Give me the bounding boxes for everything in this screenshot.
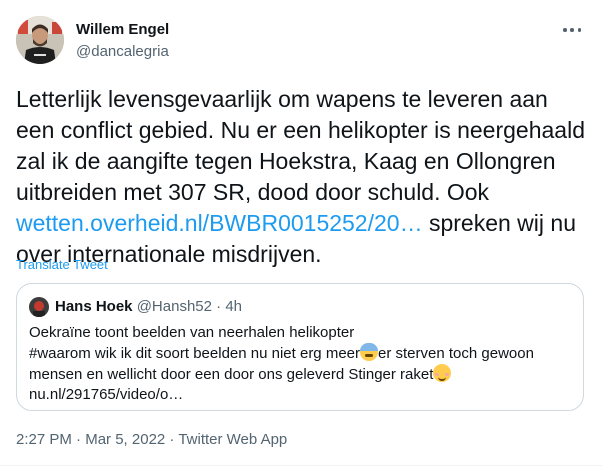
quoted-link[interactable]: nu.nl/291765/video/o… <box>29 385 573 405</box>
quoted-line: #waarom wik ik dit soort beelden nu niet… <box>29 343 573 364</box>
quoted-time: · 4h <box>216 298 243 315</box>
meta-separator: · <box>71 431 86 448</box>
smiling-face-icon <box>433 364 452 382</box>
tweet-meta: 2:27 PM · Mar 5, 2022 · Twitter Web App <box>16 431 287 448</box>
anxious-face-with-sweat-icon <box>360 343 378 361</box>
author-handle[interactable]: @dancalegria <box>76 43 169 60</box>
quoted-text-part: mensen en wellicht door een door ons gel… <box>29 366 434 383</box>
quoted-author: Hans Hoek @Hansh52 · 4h <box>55 298 242 315</box>
quoted-text: Oekraïne toont beelden van neerhalen hel… <box>29 323 573 405</box>
tweet-time[interactable]: 2:27 PM <box>16 431 72 448</box>
author-name[interactable]: Willem Engel <box>76 21 169 38</box>
quoted-line: Oekraïne toont beelden van neerhalen hel… <box>29 324 355 341</box>
quoted-author-avatar <box>29 297 49 317</box>
translate-tweet-link[interactable]: Translate Tweet <box>16 257 108 272</box>
tweet-source[interactable]: Twitter Web App <box>178 431 287 448</box>
meta-separator: · <box>165 431 179 448</box>
quoted-text-part: er sterven toch gewoon <box>378 345 534 362</box>
quoted-author-handle: @Hansh52 <box>136 298 212 315</box>
tweet-text: Letterlijk levensgevaarlijk om wapens te… <box>16 84 588 270</box>
quoted-tweet[interactable]: Hans Hoek @Hansh52 · 4h Oekraïne toont b… <box>16 283 584 411</box>
author-avatar[interactable] <box>16 16 64 64</box>
quoted-hashtag-text: #waarom wik ik dit soort beelden nu niet… <box>29 345 360 362</box>
tweet: Willem Engel @dancalegria Letterlijk lev… <box>0 0 602 466</box>
quoted-author-name: Hans Hoek <box>55 298 133 315</box>
tweet-date[interactable]: Mar 5, 2022 <box>85 431 165 448</box>
quoted-line: mensen en wellicht door een door ons gel… <box>29 364 573 385</box>
tweet-text-part: Letterlijk levensgevaarlijk om wapens te… <box>16 86 585 205</box>
more-options-icon[interactable] <box>560 22 584 38</box>
tweet-link[interactable]: wetten.overheid.nl/BWBR0015252/20… <box>16 210 423 236</box>
